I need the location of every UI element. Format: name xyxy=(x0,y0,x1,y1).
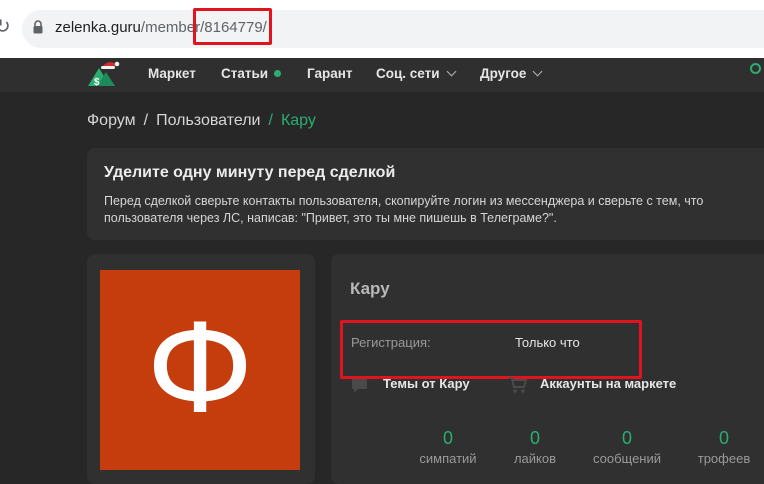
chevron-down-icon xyxy=(532,66,543,77)
new-indicator-dot xyxy=(274,70,282,77)
search-icon[interactable] xyxy=(750,63,761,74)
stat-messages-value: 0 xyxy=(621,428,632,448)
notice-text: Перед сделкой сверьте контакты пользоват… xyxy=(104,194,704,225)
nav-market[interactable]: Маркет xyxy=(148,66,196,81)
url-host: zelenka.guru xyxy=(55,19,141,36)
svg-text:$: $ xyxy=(94,77,100,88)
nav-social-label: Соц. сети xyxy=(376,66,440,81)
user-threads-link[interactable]: Темы от Кару xyxy=(383,376,470,391)
breadcrumb-current: Кару xyxy=(280,112,316,129)
stat-trophies-value: 0 xyxy=(718,428,729,448)
site-logo[interactable]: $ xyxy=(86,58,124,90)
chevron-down-icon xyxy=(446,66,456,77)
highlight-registration xyxy=(340,320,642,379)
stat-trophies-label: трофеев xyxy=(697,451,751,466)
breadcrumb-forum[interactable]: Форум xyxy=(87,112,136,129)
breadcrumb-users[interactable]: Пользователи xyxy=(156,112,260,129)
breadcrumb: Форум / Пользователи / Кару xyxy=(87,112,316,130)
nav-market-label: Маркет xyxy=(148,66,196,81)
user-threads-label: Темы от Кару xyxy=(383,376,470,391)
username: Кару xyxy=(350,279,390,298)
nav-social[interactable]: Соц. сети xyxy=(376,66,456,81)
nav-other[interactable]: Другое xyxy=(480,66,543,81)
stat-reactions-label: лайков xyxy=(513,451,557,466)
stat-reactions-value: 0 xyxy=(529,428,540,448)
reload-icon[interactable]: ↻ xyxy=(0,14,11,38)
breadcrumb-separator: / xyxy=(268,112,273,129)
stat-messages-label: сообщений xyxy=(592,451,662,466)
cart-icon xyxy=(509,377,528,393)
notice-title: Уделите одну минуту перед сделкой xyxy=(104,164,396,181)
stat-likes-label: симпатий xyxy=(419,451,477,466)
nav-articles-label: Статьи xyxy=(221,66,269,81)
url-path: /member xyxy=(140,19,201,36)
nav-articles[interactable]: Статьи xyxy=(221,66,282,81)
nav-guarantor[interactable]: Гарант xyxy=(307,66,353,81)
market-accounts-label: Аккаунты на маркете xyxy=(540,376,677,391)
stat-likes-value: 0 xyxy=(442,428,453,448)
highlight-url-id xyxy=(193,8,272,45)
avatar-letter: Ф xyxy=(146,298,254,442)
nav-other-label: Другое xyxy=(480,66,527,81)
chat-bubble-icon xyxy=(352,379,367,393)
nav-guarantor-label: Гарант xyxy=(307,66,353,81)
lock-icon[interactable] xyxy=(33,20,43,34)
breadcrumb-separator: / xyxy=(143,112,149,129)
market-accounts-link[interactable]: Аккаунты на маркете xyxy=(540,376,676,391)
